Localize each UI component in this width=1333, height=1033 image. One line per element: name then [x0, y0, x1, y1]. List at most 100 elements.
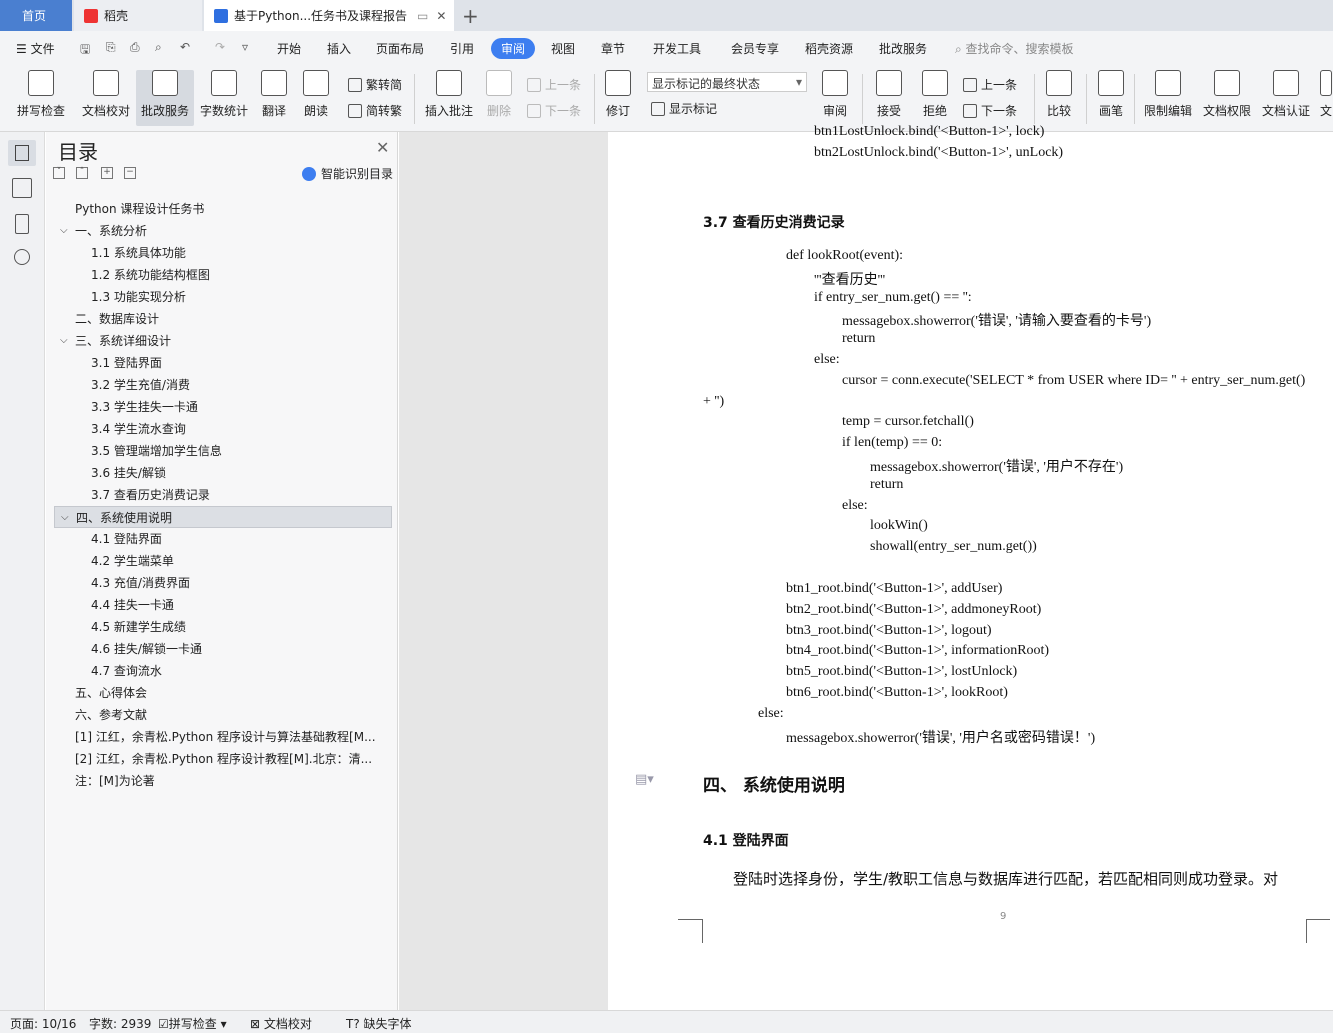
chevron-down-icon[interactable]: ⌵: [60, 220, 68, 242]
command-search[interactable]: ⌕ 查找命令、搜索模板: [955, 40, 1074, 57]
toc-item[interactable]: 3.1 登陆界面: [54, 352, 392, 374]
toc-item[interactable]: 注：[M]为论著: [54, 770, 392, 792]
to-traditional-button[interactable]: 繁转简: [348, 76, 402, 93]
word-count-button[interactable]: 字数统计: [198, 70, 250, 126]
pen-button[interactable]: 画笔: [1094, 70, 1128, 126]
read-aloud-button[interactable]: 朗读: [298, 70, 334, 126]
outline-panel-button[interactable]: [8, 140, 36, 166]
toc-item[interactable]: 3.4 学生流水查询: [54, 418, 392, 440]
document-page[interactable]: btn1LostUnlock.bind('<Button-1>', lock) …: [608, 124, 1333, 1010]
toc-item[interactable]: 二、数据库设计: [54, 308, 392, 330]
menu-insert[interactable]: 插入: [327, 40, 351, 57]
save-icon[interactable]: 🖫: [80, 40, 90, 61]
next-change-button[interactable]: 下一条: [963, 102, 1017, 119]
word-count-indicator[interactable]: 字数: 2939: [89, 1015, 151, 1032]
reject-button[interactable]: 拒绝: [916, 70, 954, 126]
translate-button[interactable]: 翻译: [256, 70, 292, 126]
toc-item[interactable]: 3.3 学生挂失一卡通: [54, 396, 392, 418]
expand-all-icon[interactable]: ˅: [53, 167, 65, 179]
toc-item[interactable]: ⌵ 四、系统使用说明: [54, 506, 392, 528]
menu-reference[interactable]: 引用: [450, 40, 474, 57]
review-pane-button[interactable]: 审阅: [816, 70, 854, 126]
to-simplified-button[interactable]: 简转繁: [348, 102, 402, 119]
toc-item[interactable]: ⌵ 一、系统分析: [54, 220, 392, 242]
new-tab-button[interactable]: +: [462, 4, 479, 28]
toc-item[interactable]: 五、心得体会: [54, 682, 392, 704]
toc-item[interactable]: 4.4 挂失一卡通: [54, 594, 392, 616]
delete-comment-button[interactable]: 删除: [480, 70, 518, 126]
toc-item[interactable]: ⌵ 三、系统详细设计: [54, 330, 392, 352]
chevron-down-icon[interactable]: ⌵: [60, 330, 68, 352]
toc-item[interactable]: 3.5 管理端增加学生信息: [54, 440, 392, 462]
close-icon[interactable]: ✕: [376, 138, 389, 157]
page-indicator[interactable]: 页面: 10/16: [10, 1015, 76, 1032]
restrict-edit-button[interactable]: 限制编辑: [1141, 70, 1195, 126]
toc-item[interactable]: 1.2 系统功能结构框图: [54, 264, 392, 286]
toc-item[interactable]: 4.7 查询流水: [54, 660, 392, 682]
insert-comment-button[interactable]: 插入批注: [422, 70, 476, 126]
missing-font-status[interactable]: T? 缺失字体: [346, 1015, 412, 1032]
menu-start[interactable]: 开始: [277, 40, 301, 57]
chapter-nav-icon[interactable]: [12, 178, 32, 198]
toc-item[interactable]: 3.2 学生充值/消费: [54, 374, 392, 396]
toc-item[interactable]: 4.6 挂失/解锁一卡通: [54, 638, 392, 660]
bookmark-icon[interactable]: [15, 214, 29, 234]
proof-status[interactable]: ⊠ 文档校对: [250, 1015, 312, 1032]
add-heading-icon[interactable]: +: [101, 167, 113, 179]
smart-toc-button[interactable]: 智能识别目录: [302, 165, 393, 182]
toc-item[interactable]: 六、参考文献: [54, 704, 392, 726]
menu-chapter[interactable]: 章节: [601, 40, 625, 57]
undo-icon[interactable]: ↶: [180, 40, 190, 54]
menu-devtools[interactable]: 开发工具: [653, 40, 701, 57]
toc-item[interactable]: [1] 江红，余青松.Python 程序设计与算法基础教程[M...: [54, 726, 392, 748]
menu-layout[interactable]: 页面布局: [376, 40, 424, 57]
chevron-down-icon[interactable]: ⌵: [61, 507, 69, 527]
toc-item[interactable]: 1.3 功能实现分析: [54, 286, 392, 308]
menu-review[interactable]: 审阅: [491, 38, 536, 59]
search-icon[interactable]: [14, 249, 30, 265]
close-tab-icon[interactable]: ✕: [436, 9, 446, 23]
compare-button[interactable]: 比较: [1040, 70, 1078, 126]
prev-change-button[interactable]: 上一条: [963, 76, 1017, 93]
redo-icon[interactable]: ↷: [215, 40, 225, 54]
print-icon[interactable]: ⎙: [130, 40, 140, 55]
more-ribbon-button[interactable]: 文: [1319, 70, 1333, 126]
next-comment-button[interactable]: 下一条: [527, 102, 581, 119]
collapse-all-icon[interactable]: ˄: [76, 167, 88, 179]
toc-item[interactable]: 3.6 挂失/解锁: [54, 462, 392, 484]
doc-permission-button[interactable]: 文档权限: [1200, 70, 1254, 126]
menu-member[interactable]: 会员专享: [731, 40, 779, 57]
show-markup-button[interactable]: 显示标记: [651, 100, 717, 117]
menu-daoke-resources[interactable]: 稻壳资源: [805, 40, 853, 57]
toc-item[interactable]: [2] 江红，余青松.Python 程序设计教程[M].北京：清...: [54, 748, 392, 770]
pin-icon[interactable]: ▭: [417, 9, 428, 23]
track-changes-button[interactable]: 修订: [600, 70, 636, 126]
tab-daoke[interactable]: 稻壳: [74, 0, 202, 31]
menu-review-service[interactable]: 批改服务: [879, 40, 927, 57]
toc-item[interactable]: 1.1 系统具体功能: [54, 242, 392, 264]
doc-cert-button[interactable]: 文档认证: [1259, 70, 1313, 126]
review-service-button[interactable]: 批改服务: [136, 70, 194, 126]
spell-check-status[interactable]: ☑拼写检查 ▾: [158, 1015, 227, 1032]
toc-item[interactable]: Python 课程设计任务书: [54, 198, 392, 220]
toc-item[interactable]: 4.3 充值/消费界面: [54, 572, 392, 594]
toc-item[interactable]: 4.1 登陆界面: [54, 528, 392, 550]
word-doc-icon: [214, 8, 228, 23]
toc-item[interactable]: 4.2 学生端菜单: [54, 550, 392, 572]
customize-icon[interactable]: ▿: [242, 40, 248, 54]
file-menu[interactable]: ☰ 文件: [16, 40, 55, 57]
doc-check-button[interactable]: 文档校对: [78, 70, 134, 126]
remove-heading-icon[interactable]: −: [124, 167, 136, 179]
print-preview-icon[interactable]: ⌕: [155, 40, 162, 55]
toc-item[interactable]: 4.5 新建学生成绩: [54, 616, 392, 638]
accept-button[interactable]: 接受: [870, 70, 908, 126]
toc-item[interactable]: 3.7 查看历史消费记录: [54, 484, 392, 506]
menu-view[interactable]: 视图: [551, 40, 575, 57]
markup-state-select[interactable]: 显示标记的最终状态: [647, 72, 807, 92]
prev-comment-button[interactable]: 上一条: [527, 76, 581, 93]
spell-check-button[interactable]: 拼写检查: [10, 70, 72, 126]
tab-home[interactable]: 首页: [0, 0, 72, 31]
export-pdf-icon[interactable]: ⎘: [106, 40, 116, 55]
paragraph-icon[interactable]: ▤▾: [635, 772, 654, 787]
tab-document[interactable]: 基于Python...任务书及课程报告 ▭ ✕: [204, 0, 454, 31]
